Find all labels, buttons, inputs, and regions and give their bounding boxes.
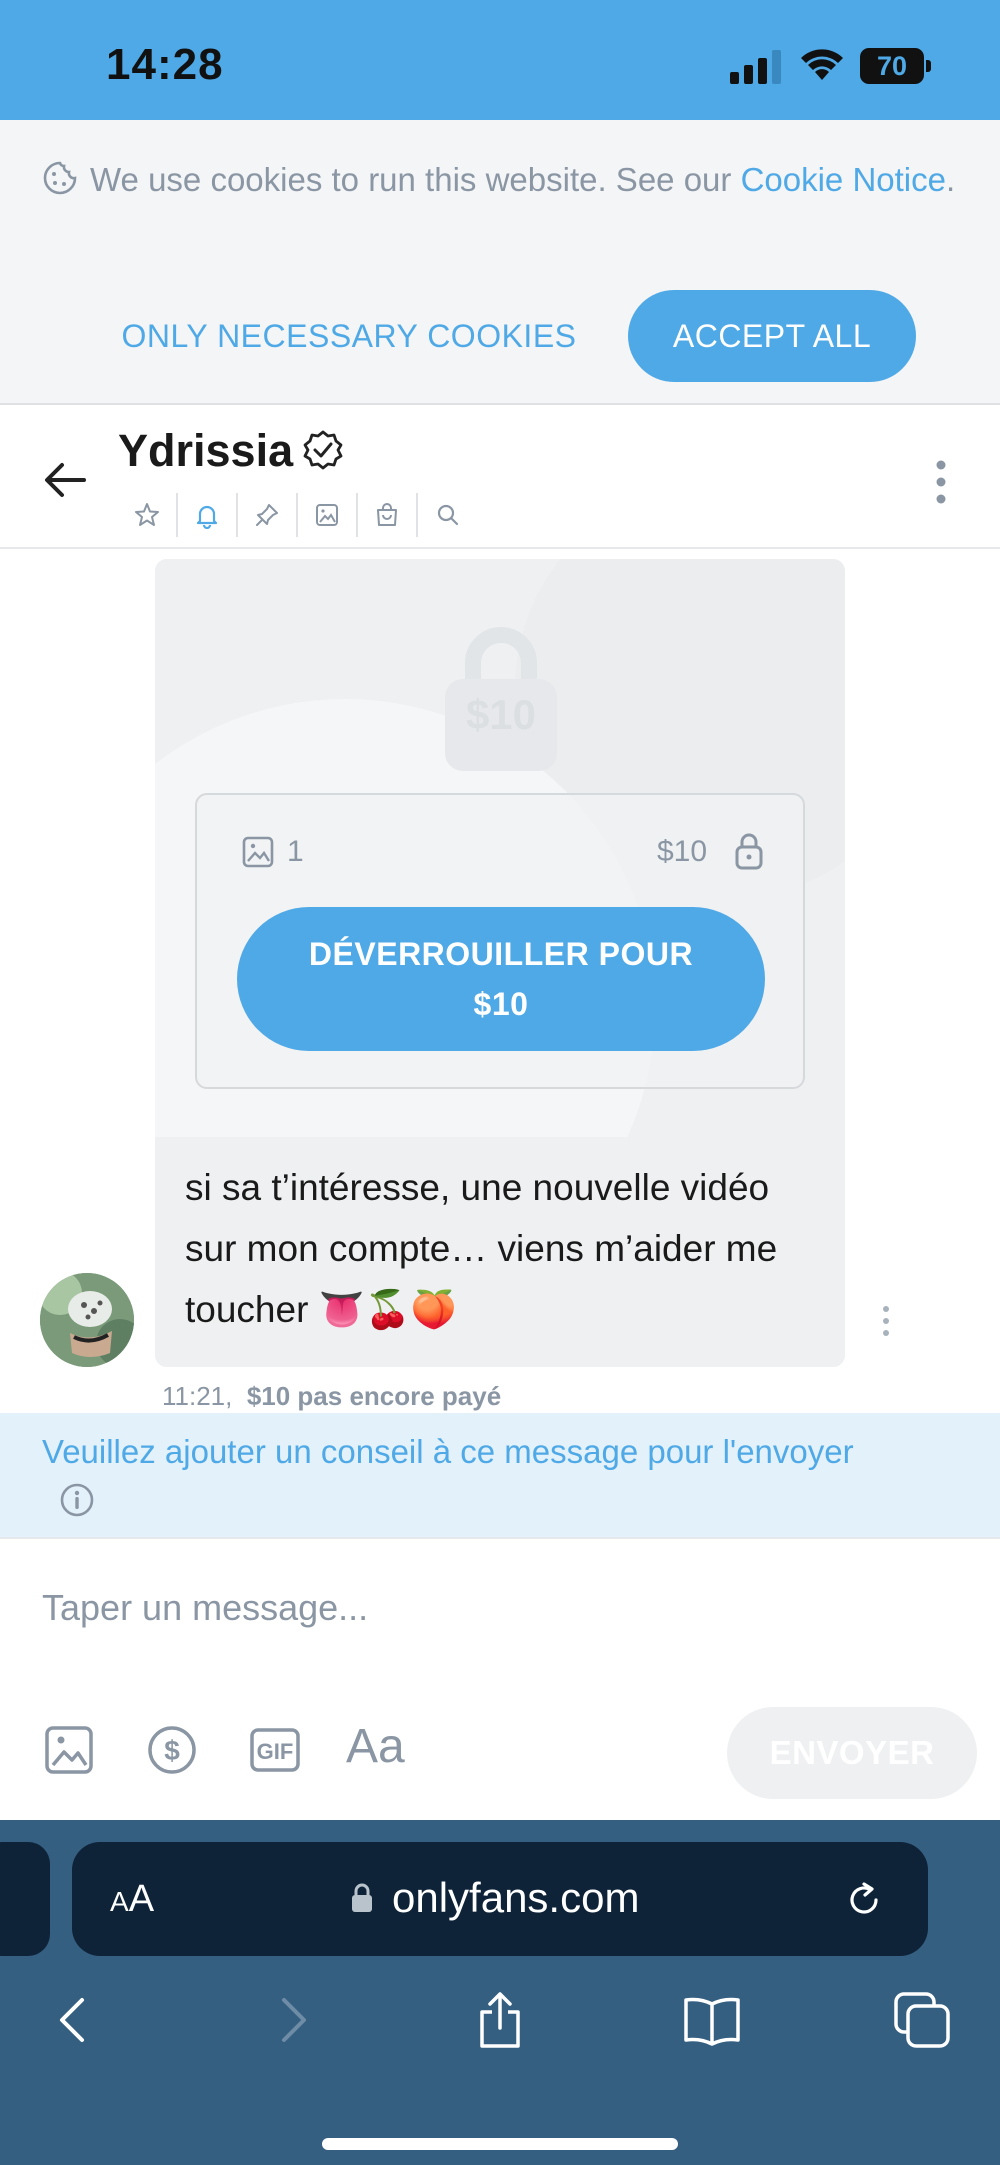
search-icon: [437, 504, 459, 526]
tool-notifications[interactable]: [178, 493, 238, 537]
battery-level: 70: [860, 48, 924, 84]
only-necessary-cookies-button[interactable]: ONLY NECESSARY COOKIES: [104, 290, 594, 382]
pin-icon: [256, 504, 278, 526]
signal-icon: [730, 50, 781, 84]
contact-name[interactable]: Ydrissia: [118, 425, 293, 477]
tool-search[interactable]: [418, 493, 478, 537]
message-input[interactable]: Taper un message...: [42, 1587, 368, 1629]
attach-image-icon[interactable]: [42, 1723, 96, 1777]
status-time: 14:28: [106, 40, 224, 89]
cookie-banner: We use cookies to run this website. See …: [0, 120, 1000, 405]
chat-toolbar: [118, 493, 478, 537]
chat-messages: $10 1 $10 DÉVERROUILLER POUR $10 si sa t…: [0, 551, 1000, 1413]
message-composer: Taper un message... $ GIF Aa ENVOYER: [0, 1537, 1000, 1820]
info-icon[interactable]: [58, 1481, 96, 1519]
avatar[interactable]: [40, 1273, 134, 1367]
back-arrow-icon[interactable]: [40, 455, 90, 505]
shop-icon: [377, 503, 397, 526]
media-image-icon: [242, 836, 274, 868]
media-count: 1: [287, 835, 304, 868]
tabs-icon[interactable]: [892, 1990, 952, 2050]
message-payment-status: $10 pas encore payé: [246, 1381, 502, 1411]
paid-message-card: $10 1 $10 DÉVERROUILLER POUR $10 si sa t…: [155, 559, 845, 1367]
star-icon: [135, 503, 159, 526]
cookie-text-end: .: [946, 161, 956, 198]
url-text[interactable]: onlyfans.com: [392, 1874, 639, 1922]
locked-media-preview: $10 1 $10 DÉVERROUILLER POUR $10: [155, 559, 845, 1319]
cookie-notice-link[interactable]: Cookie Notice: [741, 161, 946, 198]
tip-dollar-icon[interactable]: $: [145, 1723, 199, 1777]
cookie-icon: [43, 161, 77, 195]
tip-notice-text: Veuillez ajouter un conseil à ce message…: [42, 1433, 854, 1470]
text-format-button[interactable]: Aa: [346, 1719, 405, 1774]
svg-text:GIF: GIF: [257, 1739, 294, 1764]
wifi-icon: [801, 49, 843, 80]
cookie-text-block: We use cookies to run this website. See …: [42, 154, 972, 206]
verified-badge-icon: [303, 430, 343, 470]
message-price: $10: [657, 835, 708, 868]
battery-icon: 70: [860, 48, 932, 84]
bell-icon: [196, 505, 218, 529]
home-indicator: [322, 2138, 678, 2150]
message-text: si sa t’intéresse, une nouvelle vidéo su…: [185, 1167, 778, 1330]
previous-tab-edge[interactable]: [0, 1842, 50, 1956]
send-button[interactable]: ENVOYER: [727, 1707, 977, 1799]
tool-media[interactable]: [298, 493, 358, 537]
unlock-button[interactable]: DÉVERROUILLER POUR $10: [237, 907, 765, 1051]
secure-lock-icon: [352, 1883, 372, 1912]
more-options-icon[interactable]: [926, 457, 956, 507]
tool-pin[interactable]: [238, 493, 298, 537]
gif-icon[interactable]: GIF: [248, 1723, 302, 1777]
svg-text:$: $: [164, 1735, 180, 1766]
chat-header: Ydrissia: [0, 407, 1000, 549]
message-options-icon[interactable]: [874, 1303, 898, 1339]
unlock-panel: 1 $10 DÉVERROUILLER POUR $10: [195, 793, 805, 1089]
lock-icon: [735, 833, 763, 870]
tool-favorite[interactable]: [118, 493, 178, 537]
accept-all-button[interactable]: ACCEPT ALL: [628, 290, 916, 382]
address-bar[interactable]: AA onlyfans.com: [72, 1842, 928, 1956]
message-meta: 11:21, $10 pas encore payé: [162, 1381, 501, 1412]
reload-icon[interactable]: [842, 1878, 886, 1922]
message-time: 11:21,: [162, 1381, 233, 1411]
share-icon[interactable]: [470, 1990, 530, 2050]
image-icon: [316, 504, 338, 526]
cookie-text: We use cookies to run this website. See …: [90, 161, 741, 198]
tool-purchases[interactable]: [358, 493, 418, 537]
avatar-photo: [40, 1273, 134, 1367]
browser-toolbar: AA onlyfans.com: [0, 1820, 1000, 2165]
back-icon[interactable]: [44, 1990, 104, 2050]
preview-price: $10: [465, 691, 537, 738]
forward-icon[interactable]: [262, 1990, 322, 2050]
tip-notice: Veuillez ajouter un conseil à ce message…: [0, 1413, 1000, 1537]
bookmarks-icon[interactable]: [682, 1990, 742, 2050]
reader-settings-button[interactable]: AA: [110, 1878, 154, 1921]
status-bar: 14:28 70: [0, 0, 1000, 120]
message-body: si sa t’intéresse, une nouvelle vidéo su…: [155, 1137, 845, 1367]
